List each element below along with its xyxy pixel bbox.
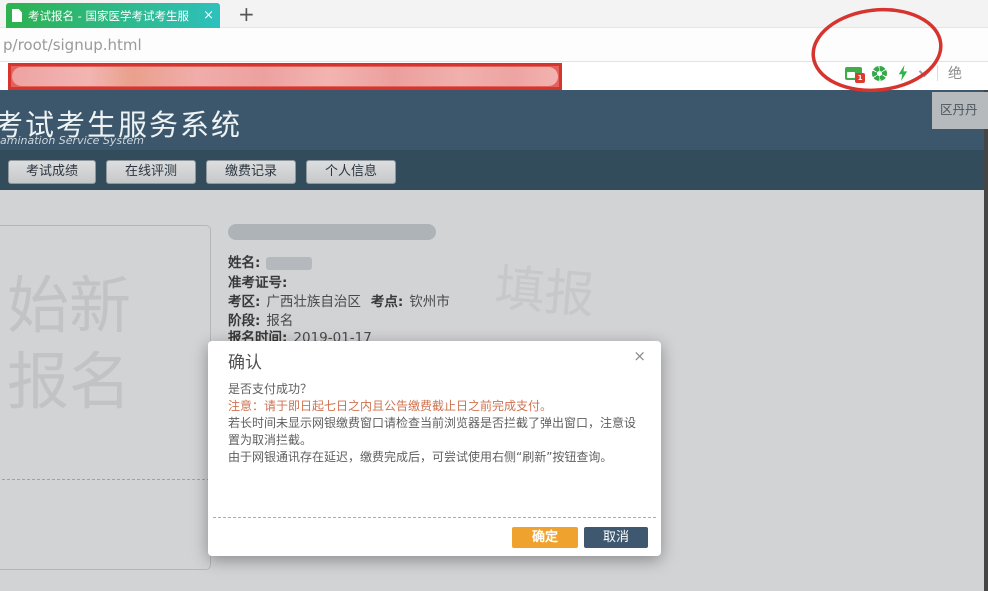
site-label: 考点: — [371, 294, 403, 310]
watermark-line1: 始新 — [7, 268, 131, 344]
site-header: 考试考生服务系统 amination Service System 区丹丹 考试… — [0, 90, 988, 190]
blurred-name-value — [266, 257, 312, 270]
panel-dashed-divider — [0, 479, 210, 480]
confirm-dialog: 确认 × 是否支付成功？ 注意：请于即日起七日之内且公告缴费截止日之前完成支付。… — [208, 341, 661, 556]
address-bar[interactable]: p/root/signup.html 1 绝 — [0, 28, 988, 62]
left-panel: 始新 报名 — [0, 225, 211, 570]
window-body — [847, 72, 855, 78]
dialog-title: 确认 — [228, 348, 262, 373]
dialog-line-notice: 注意：请于即日起七日之内且公告缴费截止日之前完成支付。 — [228, 398, 647, 415]
window-edge — [984, 90, 988, 591]
toolbar-icons: 1 绝 — [845, 64, 962, 82]
name-label: 姓名: — [228, 255, 260, 271]
dialog-line-refresh-hint: 由于网银通讯存在延迟，缴费完成后，可尝试使用右侧“刷新”按钮查询。 — [228, 449, 647, 466]
area-value: 广西壮族自治区 — [266, 294, 361, 310]
nav-exam-scores[interactable]: 考试成绩 — [8, 160, 96, 184]
extension-window-icon[interactable]: 1 — [845, 67, 862, 80]
browser-window: 考试报名 - 国家医学考试考生服 × + p/root/signup.html … — [0, 0, 988, 591]
tab-close-icon[interactable]: × — [203, 8, 214, 23]
dialog-body: 是否支付成功？ 注意：请于即日起七日之内且公告缴费截止日之前完成支付。 若长时间… — [228, 381, 647, 466]
main-content: 始新 报名 填报 姓名: 准考证号: 考区:广西壮族自治区考点:钦州市 阶段:报… — [0, 190, 988, 591]
info-name: 姓名: — [228, 251, 312, 271]
nav-personal-info[interactable]: 个人信息 — [306, 160, 396, 184]
confirm-button[interactable]: 确定 — [512, 527, 578, 548]
tab-bar: 考试报名 - 国家医学考试考生服 × + — [0, 0, 988, 28]
watermark-new-signup: 始新 报名 — [7, 268, 131, 420]
ticket-label: 准考证号: — [228, 275, 287, 291]
dialog-dashed-divider — [213, 517, 656, 518]
user-name: 区丹丹 — [940, 99, 988, 118]
nav-payment-records[interactable]: 缴费记录 — [206, 160, 296, 184]
dialog-close-icon[interactable]: × — [633, 347, 646, 365]
lightning-icon[interactable] — [897, 65, 909, 81]
aperture-icon[interactable] — [872, 66, 887, 81]
info-area: 考区: 广西壮族自治区考点: 钦州市 — [228, 290, 450, 310]
dialog-line-popup-hint: 若长时间未显示网银缴费窗口请检查当前浏览器是否拦截了弹出窗口，注意设置为取消拦截… — [228, 415, 647, 449]
nav-band: 考试成绩 在线评测 缴费记录 个人信息 — [0, 150, 988, 190]
url-text[interactable]: p/root/signup.html — [3, 36, 142, 54]
site-value: 钦州市 — [409, 294, 450, 310]
redaction-box — [8, 63, 562, 90]
extension-label[interactable]: 绝 — [948, 63, 962, 83]
blurred-heading — [228, 224, 436, 240]
toolbar-divider — [937, 65, 938, 81]
dialog-line-question: 是否支付成功？ — [228, 381, 647, 398]
watermark-line2: 报名 — [7, 344, 131, 420]
nav-online-test[interactable]: 在线评测 — [106, 160, 196, 184]
info-ticket: 准考证号: — [228, 271, 293, 291]
area-label: 考区: — [228, 294, 260, 310]
page-favicon-icon — [12, 9, 22, 22]
user-box[interactable]: 区丹丹 — [932, 92, 988, 129]
tab-title: 考试报名 - 国家医学考试考生服 — [28, 8, 197, 24]
new-tab-button[interactable]: + — [238, 1, 255, 27]
notification-badge: 1 — [855, 73, 865, 83]
watermark-fill-in: 填报 — [492, 248, 598, 328]
browser-tab[interactable]: 考试报名 - 国家医学考试考生服 × — [6, 3, 220, 28]
chevron-down-icon[interactable] — [919, 66, 930, 77]
cancel-button[interactable]: 取消 — [584, 527, 648, 548]
site-subtitle: amination Service System — [0, 134, 144, 147]
redaction-scribble — [12, 67, 558, 86]
